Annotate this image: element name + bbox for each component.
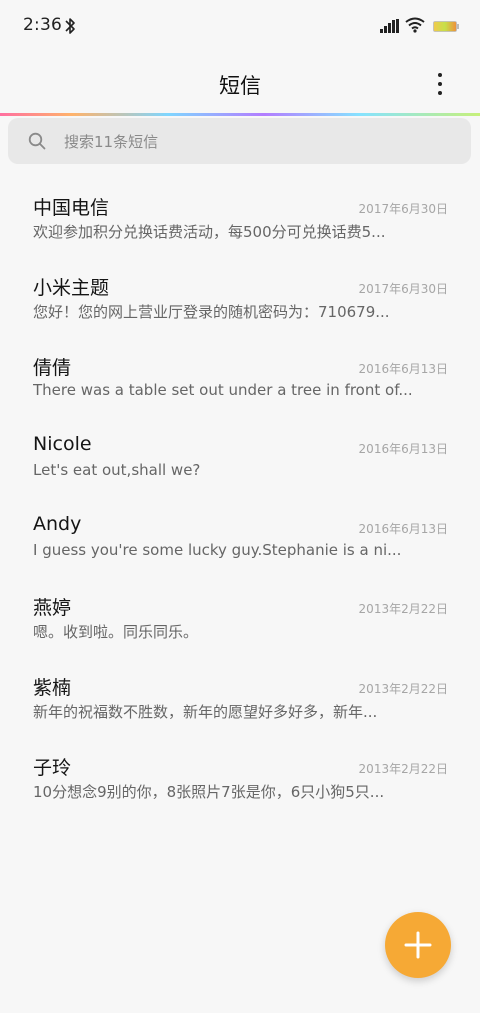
conversation-list: 中国电信 2017年6月30日 欢迎参加积分兑换话费活动，每500分可兑换话费5…: [0, 176, 480, 816]
header: 短信: [0, 52, 480, 114]
message-date: 2013年2月22日: [358, 682, 448, 696]
search-icon: [28, 132, 46, 150]
contact-name: 小米主题: [33, 277, 110, 299]
message-preview: Let's eat out,shall we?: [33, 461, 201, 479]
header-accent-line: [0, 113, 480, 116]
message-date: 2016年6月13日: [358, 362, 448, 376]
contact-name: 紫楠: [33, 677, 72, 699]
message-date: 2013年2月22日: [358, 602, 448, 616]
status-bar: 2:36: [0, 0, 480, 52]
message-preview: I guess you're some lucky guy.Stephanie …: [33, 541, 402, 559]
contact-name: 中国电信: [33, 197, 110, 219]
list-item[interactable]: 子玲 2013年2月22日 10分想念9别的你，8张照片7张是你，6只小狗5只.…: [0, 736, 480, 816]
more-options-button[interactable]: [424, 69, 456, 99]
search-placeholder: 搜索11条短信: [64, 133, 159, 151]
list-item[interactable]: 小米主题 2017年6月30日 您好！您的网上营业厅登录的随机密码为：71067…: [0, 256, 480, 336]
status-time: 2:36: [23, 15, 62, 35]
signal-icon: [380, 19, 399, 33]
message-preview: 新年的祝福数不胜数，新年的愿望好多好多，新年...: [33, 703, 378, 721]
new-message-button[interactable]: [385, 912, 451, 978]
message-date: 2013年2月22日: [358, 762, 448, 776]
message-preview: 欢迎参加积分兑换话费活动，每500分可兑换话费5...: [33, 223, 386, 241]
contact-name: Andy: [33, 513, 82, 535]
plus-icon: [404, 931, 432, 959]
contact-name: 燕婷: [33, 597, 72, 619]
message-preview: 您好！您的网上营业厅登录的随机密码为：710679...: [33, 303, 390, 321]
wifi-icon: [405, 17, 425, 33]
message-preview: 10分想念9别的你，8张照片7张是你，6只小狗5只...: [33, 783, 385, 801]
message-preview: 嗯。收到啦。同乐同乐。: [33, 623, 199, 641]
list-item[interactable]: Andy 2016年6月13日 I guess you're some luck…: [0, 496, 480, 576]
contact-name: Nicole: [33, 433, 92, 455]
message-date: 2017年6月30日: [358, 282, 448, 296]
more-vertical-icon: [438, 73, 442, 77]
list-item[interactable]: 燕婷 2013年2月22日 嗯。收到啦。同乐同乐。: [0, 576, 480, 656]
list-item[interactable]: 倩倩 2016年6月13日 There was a table set out …: [0, 336, 480, 416]
contact-name: 子玲: [33, 757, 72, 779]
list-item[interactable]: 紫楠 2013年2月22日 新年的祝福数不胜数，新年的愿望好多好多，新年...: [0, 656, 480, 736]
page-title: 短信: [219, 74, 261, 98]
message-preview: There was a table set out under a tree i…: [33, 381, 413, 399]
search-input[interactable]: 搜索11条短信: [8, 118, 471, 164]
message-date: 2016年6月13日: [358, 522, 448, 536]
list-item[interactable]: Nicole 2016年6月13日 Let's eat out,shall we…: [0, 416, 480, 496]
bluetooth-icon: [65, 18, 75, 34]
contact-name: 倩倩: [33, 357, 72, 379]
message-date: 2017年6月30日: [358, 202, 448, 216]
battery-icon: [433, 21, 459, 32]
message-date: 2016年6月13日: [358, 442, 448, 456]
list-item[interactable]: 中国电信 2017年6月30日 欢迎参加积分兑换话费活动，每500分可兑换话费5…: [0, 176, 480, 256]
